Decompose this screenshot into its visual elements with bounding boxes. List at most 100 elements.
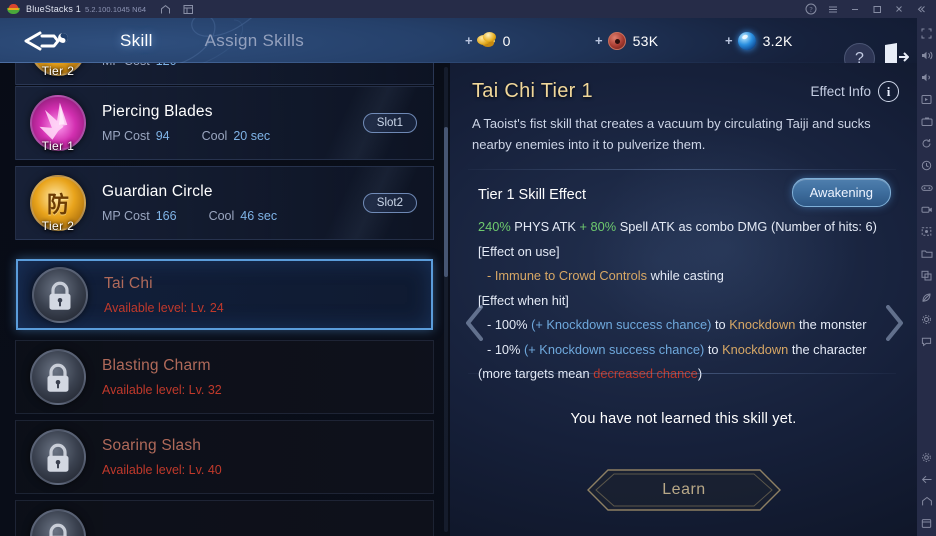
red-coin-icon — [606, 31, 628, 51]
chevron-left-icon[interactable] — [462, 303, 488, 343]
effect-heading: Tier 1 Skill Effect — [478, 187, 586, 203]
macro-icon[interactable] — [917, 220, 936, 242]
folder-icon[interactable] — [917, 242, 936, 264]
red-coin-add-label: + — [595, 33, 603, 48]
learn-button[interactable]: Learn — [584, 466, 784, 514]
skill-description: A Taoist's fist skill that creates a vac… — [472, 116, 871, 152]
currency-red-coin[interactable]: + 53K — [595, 31, 725, 51]
help-chat-icon[interactable] — [917, 330, 936, 352]
list-item-blasting-charm[interactable]: Blasting Charm Available level: Lv. 32 — [15, 340, 434, 414]
skill-icon — [30, 509, 86, 536]
chevron-right-icon[interactable] — [881, 303, 907, 343]
app-version: 5.2.100.1045 N64 — [84, 4, 147, 14]
help-button[interactable]: ? — [844, 43, 875, 63]
eco-mode-icon[interactable] — [917, 286, 936, 308]
lock-icon — [47, 443, 69, 472]
tier-badge: Tier 1 — [41, 139, 75, 153]
recents-icon[interactable] — [917, 512, 936, 534]
row-shimmer — [283, 87, 433, 159]
game-emblem-icon — [24, 31, 68, 51]
app-title: BlueStacks 1 — [26, 4, 81, 14]
keymap-icon[interactable] — [917, 88, 936, 110]
skill-text: MP Cost120 — [102, 63, 433, 68]
cooldown-value: 20 sec — [233, 129, 271, 143]
fullscreen-icon[interactable] — [917, 22, 936, 44]
bluestacks-window: BlueStacks 1 5.2.100.1045 N64 ? Skill As… — [0, 0, 936, 536]
close-icon[interactable] — [888, 0, 910, 18]
learn-button-label: Learn — [662, 481, 706, 498]
svg-text:?: ? — [809, 6, 812, 14]
video-record-icon[interactable] — [917, 198, 936, 220]
multi-instance-icon[interactable] — [917, 264, 936, 286]
cooldown-label: Cool — [201, 129, 228, 143]
skill-text: Soaring Slash Available level: Lv. 40 — [102, 437, 433, 477]
info-icon: i — [878, 81, 899, 102]
clock-icon[interactable] — [917, 154, 936, 176]
gear-icon[interactable] — [917, 446, 936, 468]
game-top-nav: Skill Assign Skills + 0 + 53K + 3.2K ? — [0, 18, 917, 63]
list-item[interactable] — [15, 500, 434, 536]
gold-value: 0 — [502, 32, 511, 49]
gamepad-icon[interactable] — [917, 176, 936, 198]
mp-cost-value: 166 — [155, 209, 177, 223]
screenshot-icon[interactable] — [917, 110, 936, 132]
skill-icon-piercing-blades: Tier 1 — [30, 95, 86, 153]
effect-line: 240% PHYS ATK + 80% Spell ATK as combo D… — [478, 219, 877, 234]
tier-badge: Tier 2 — [41, 219, 75, 233]
row-shimmer — [283, 167, 433, 239]
skill-requirement: Available level: Lv. 32 — [102, 383, 222, 397]
sidebar-nav — [917, 446, 936, 534]
lock-icon — [49, 281, 71, 310]
rotate-icon[interactable] — [917, 132, 936, 154]
list-item-piercing-blades[interactable]: Tier 1 Piercing Blades MP Cost 94 Cool 2… — [15, 86, 434, 160]
lock-icon — [47, 363, 69, 392]
gem-add-label: + — [725, 33, 733, 48]
tab-assign-skills[interactable]: Assign Skills — [205, 31, 304, 51]
volume-down-icon[interactable] — [917, 66, 936, 88]
maximize-icon[interactable] — [866, 0, 888, 18]
skill-name: Soaring Slash — [102, 437, 202, 454]
effect-lines: 240% PHYS ATK + 80% Spell ATK as combo D… — [478, 215, 878, 387]
home-icon[interactable] — [917, 490, 936, 512]
skill-screen: 忍 Tier 2 MP Cost120 — [0, 63, 917, 536]
exit-door-icon[interactable] — [883, 42, 910, 63]
gold-coin-icon — [476, 31, 498, 51]
list-item-soaring-slash[interactable]: Soaring Slash Available level: Lv. 40 — [15, 420, 434, 494]
cooldown-value: 46 sec — [240, 209, 278, 223]
currency-gold[interactable]: + 0 — [465, 31, 595, 51]
skill-requirement: Available level: Lv. 40 — [102, 463, 222, 477]
list-item-guardian-circle[interactable]: 防 Tier 2 Guardian Circle MP Cost 166 Coo… — [15, 166, 434, 240]
skill-detail-panel: Tai Chi Tier 1 Effect Info i A Taoist's … — [450, 63, 917, 536]
skill-list[interactable]: 忍 Tier 2 MP Cost120 — [0, 63, 450, 536]
window-titlebar: BlueStacks 1 5.2.100.1045 N64 ? — [0, 0, 936, 18]
skill-name: Blasting Charm — [102, 357, 211, 374]
tier-badge: Tier 2 — [41, 64, 75, 78]
learn-status-text: You have not learned this skill yet. — [570, 411, 797, 427]
effect-info-button[interactable]: Effect Info i — [810, 81, 899, 102]
skill-name: Tai Chi — [104, 274, 153, 292]
list-scrollbar[interactable] — [444, 67, 448, 532]
skill-text: Blasting Charm Available level: Lv. 32 — [102, 357, 433, 397]
nav-tabs: Skill Assign Skills — [120, 18, 304, 63]
skill-icon-blasting-charm — [30, 349, 86, 405]
skill-icon: 忍 Tier 2 — [30, 63, 86, 78]
volume-up-icon[interactable] — [917, 44, 936, 66]
window-controls: ? — [800, 0, 932, 18]
settings-gear-icon[interactable] — [917, 308, 936, 330]
effect-line: - Immune to Crowd Controls while casting — [487, 268, 724, 283]
back-icon[interactable] — [917, 468, 936, 490]
currency-gem[interactable]: + 3.2K — [725, 31, 855, 51]
awakening-button[interactable]: Awakening — [791, 178, 891, 207]
list-item-tai-chi[interactable]: Tai Chi Available level: Lv. 24 — [16, 259, 433, 330]
collapse-icon[interactable] — [910, 0, 932, 18]
multi-instance-icon[interactable] — [183, 4, 194, 15]
minimize-icon[interactable] — [844, 0, 866, 18]
menu-icon[interactable] — [822, 0, 844, 18]
tab-skill[interactable]: Skill — [120, 31, 153, 51]
list-item[interactable]: 忍 Tier 2 MP Cost120 — [15, 63, 434, 85]
skill-icon-guardian-circle: 防 Tier 2 — [30, 175, 86, 233]
scrollbar-thumb[interactable] — [444, 127, 448, 277]
help-icon[interactable]: ? — [800, 0, 822, 18]
home-icon[interactable] — [160, 4, 171, 15]
effect-line: - 100% (+ Knockdown success chance) to K… — [487, 317, 867, 332]
